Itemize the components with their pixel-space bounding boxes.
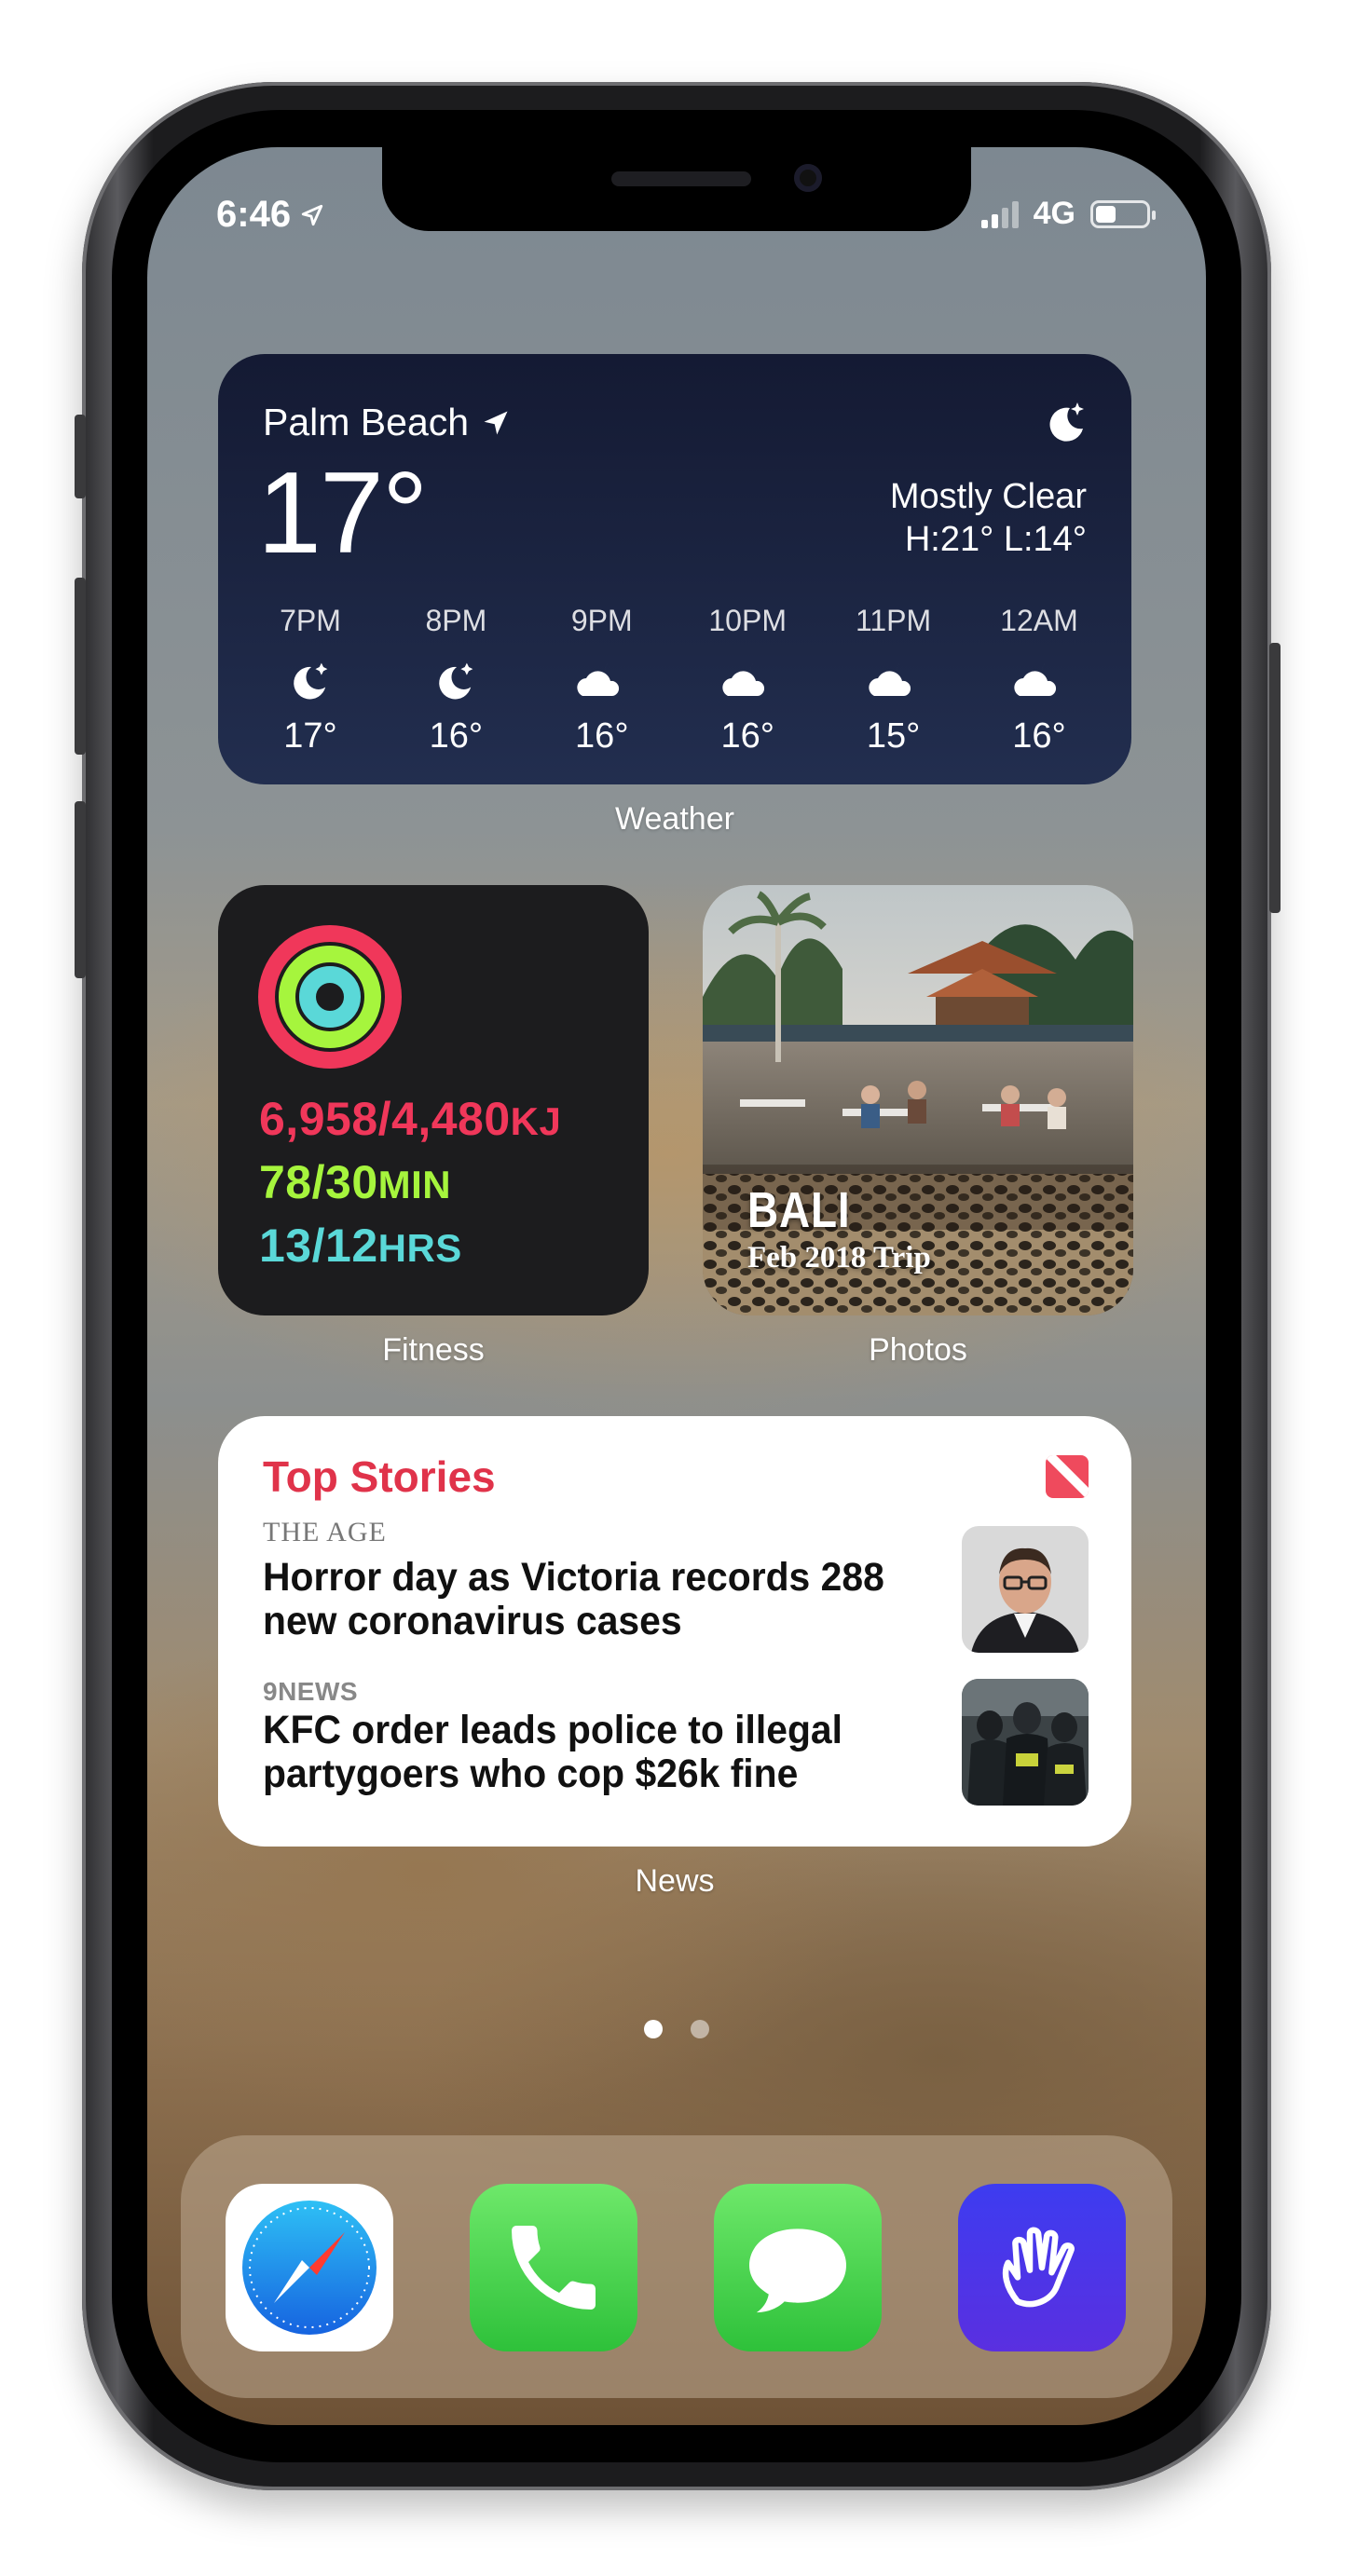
mute-switch (75, 415, 86, 498)
hour-label: 10PM (708, 604, 787, 637)
exercise-unit: MIN (377, 1163, 452, 1206)
moon-stars-icon (240, 647, 380, 713)
hand-app-icon[interactable] (958, 2184, 1126, 2351)
news-thumbnail-police[interactable] (962, 1679, 1089, 1806)
hour-label: 7PM (280, 604, 341, 637)
weather-high-low: H:21° L:14° (904, 520, 1087, 560)
fitness-exercise-stat: 78/30MIN (259, 1155, 451, 1209)
hour-label: 9PM (570, 604, 633, 637)
battery-icon (1090, 199, 1156, 228)
activity-rings-icon (258, 925, 402, 1069)
news-source: THE AGE (263, 1517, 387, 1547)
status-time-text: 6:46 (216, 194, 292, 235)
hour-label: 8PM (425, 604, 487, 637)
hour-temp: 17° (283, 716, 337, 756)
volume-up-button (75, 578, 86, 755)
cloud-moon-icon (678, 647, 817, 713)
earpiece-speaker (611, 171, 751, 186)
hourly-item: 12AM 16° (969, 604, 1109, 756)
fitness-caption: Fitness (382, 1332, 485, 1368)
signal-bars-icon (980, 200, 1019, 228)
hour-temp: 15° (866, 716, 921, 756)
hourly-item: 8PM 16° (386, 604, 526, 756)
fitness-move-stat: 6,958/4,480KJ (259, 1092, 561, 1146)
weather-location: Palm Beach (263, 401, 510, 444)
news-widget[interactable]: Top Stories THE AGE Horror day as Victor… (218, 1416, 1131, 1847)
fitness-stand-stat: 13/12HRS (259, 1219, 462, 1273)
notch (382, 147, 971, 231)
exercise-value: 78/30 (259, 1156, 378, 1208)
news-headline[interactable]: Horror day as Victoria records 288 new c… (263, 1555, 900, 1644)
hour-label: 12AM (1000, 604, 1078, 637)
speech-bubble-icon (749, 2228, 846, 2313)
hour-label: 11PM (855, 604, 932, 637)
location-arrow-icon (484, 411, 508, 434)
cloud-moon-icon (969, 647, 1109, 713)
news-headline[interactable]: KFC order leads police to illegal partyg… (263, 1708, 900, 1797)
news-source: 9NEWS (263, 1677, 359, 1706)
news-thumbnail-person[interactable] (962, 1526, 1089, 1653)
volume-down-button (75, 801, 86, 978)
moon-stars-icon (1042, 397, 1089, 448)
hour-temp: 16° (575, 716, 629, 756)
moon-stars-icon (386, 647, 526, 713)
hour-temp: 16° (1012, 716, 1066, 756)
safari-compass-icon (242, 2201, 377, 2335)
hourly-item: 10PM 16° (678, 604, 817, 756)
stand-value: 13/12 (259, 1220, 378, 1272)
weather-location-name: Palm Beach (263, 401, 470, 443)
weather-hourly-forecast: 7PM 17° 8PM 16° 9PM 16° 10PM 16° 11PM 15… (240, 604, 1109, 756)
news-header: Top Stories (263, 1452, 496, 1501)
hour-temp: 16° (720, 716, 774, 756)
safari-app-icon[interactable] (226, 2184, 393, 2351)
network-type: 4G (1033, 196, 1075, 231)
page-indicator[interactable] (147, 2020, 1206, 2038)
status-time: 6:46 (216, 194, 324, 236)
side-power-button (1269, 643, 1281, 913)
stand-unit: HRS (377, 1226, 462, 1270)
phone-handset-icon (512, 2226, 596, 2310)
weather-condition-text: Mostly Clear (889, 477, 1087, 516)
apple-news-logo-icon (1046, 1455, 1089, 1498)
photos-caption: Photos (869, 1332, 967, 1368)
move-unit: KJ (510, 1099, 562, 1143)
cloud-moon-icon (824, 647, 964, 713)
fitness-widget[interactable]: 6,958/4,480KJ 78/30MIN 13/12HRS (218, 885, 649, 1315)
weather-caption: Weather (615, 801, 734, 837)
weather-widget[interactable]: Palm Beach 17° Mostly Clear H:21° L:14° … (218, 354, 1131, 784)
hourly-item: 7PM 17° (240, 604, 380, 756)
weather-condition: Mostly Clear H:21° L:14° (890, 475, 1087, 562)
news-caption: News (635, 1863, 715, 1899)
photos-widget[interactable]: BALI Feb 2018 Trip (703, 885, 1133, 1315)
cloud-moon-icon (532, 647, 672, 713)
hourly-item: 11PM 15° (824, 604, 964, 756)
photo-subtitle: Feb 2018 Trip (747, 1241, 931, 1274)
hour-temp: 16° (429, 716, 484, 756)
home-screen: 6:46 4G Palm Beach 17° Mostly Clear H:21… (147, 147, 1206, 2425)
dock (181, 2135, 1172, 2398)
status-indicators: 4G (980, 196, 1156, 232)
messages-app-icon[interactable] (714, 2184, 882, 2351)
page-dot-2[interactable] (691, 2020, 709, 2038)
move-value: 6,958/4,480 (259, 1093, 511, 1145)
page-dot-1[interactable] (644, 2020, 663, 2038)
photo-title: BALI (747, 1182, 851, 1238)
location-arrow-icon (301, 204, 323, 225)
phone-app-icon[interactable] (470, 2184, 637, 2351)
weather-current-temp: 17° (257, 449, 429, 578)
hand-wave-icon (1002, 2227, 1075, 2308)
hourly-item: 9PM 16° (532, 604, 672, 756)
front-camera (794, 164, 822, 192)
